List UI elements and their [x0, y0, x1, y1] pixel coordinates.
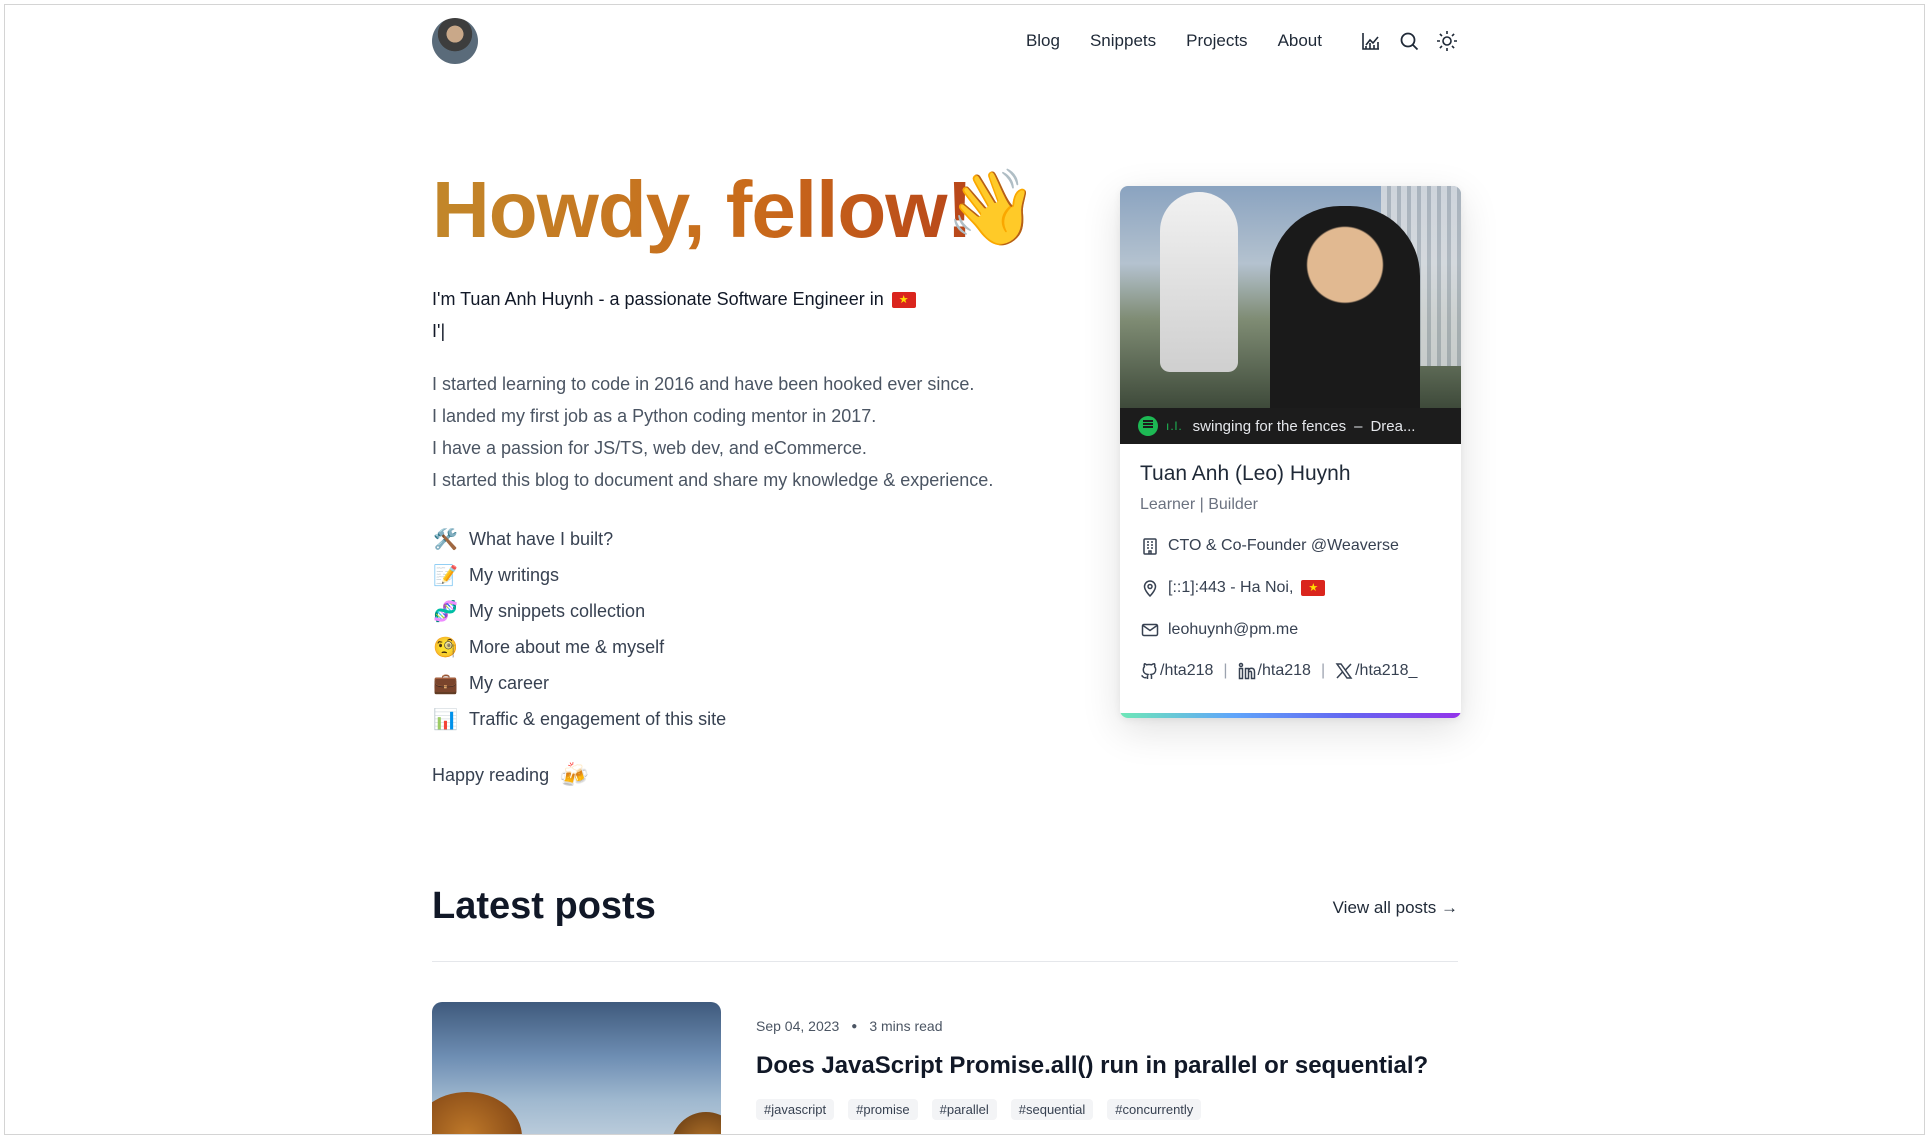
thumbnail-tree — [671, 1112, 721, 1134]
logo-avatar[interactable] — [432, 18, 478, 64]
github-icon[interactable] — [1140, 662, 1158, 680]
happy-reading: Happy reading 🍻 — [432, 761, 589, 790]
dna-icon: 🧬 — [433, 600, 458, 623]
nav-projects[interactable]: Projects — [1186, 31, 1247, 51]
thumbnail-tree — [432, 1092, 522, 1134]
social-separator: | — [1320, 662, 1326, 679]
nav-snippets[interactable]: Snippets — [1090, 31, 1156, 51]
social-links: /hta218 | /hta218 | /hta218_ — [1140, 662, 1441, 680]
track-separator: – — [1354, 417, 1363, 435]
card-name: Tuan Anh (Leo) Huynh — [1140, 462, 1351, 485]
link-label[interactable]: My career — [469, 673, 549, 694]
main-nav: Blog Snippets Projects About — [996, 30, 1458, 52]
card-location: [::1]:443 - Ha Noi, — [1140, 578, 1441, 598]
card-email[interactable]: leohuynh@pm.me — [1140, 620, 1441, 640]
view-all-posts-link[interactable]: View all posts → — [1333, 898, 1458, 918]
bio-line: I landed my first job as a Python coding… — [432, 406, 877, 426]
github-link[interactable]: /hta218 — [1160, 662, 1213, 680]
typing-line: I'| — [432, 321, 446, 341]
spotify-now-playing[interactable]: ı.l. swinging for the fences – Drea... — [1120, 408, 1461, 444]
link-label[interactable]: My writings — [469, 565, 559, 586]
tag[interactable]: #javascript — [756, 1099, 835, 1120]
meta-bullet: ● — [851, 1020, 858, 1032]
briefcase-icon: 💼 — [433, 672, 458, 695]
link-label[interactable]: More about me & myself — [469, 637, 664, 658]
search-icon[interactable] — [1398, 30, 1420, 52]
card-body: Tuan Anh (Leo) Huynh Learner | Builder C… — [1120, 444, 1461, 696]
link-about[interactable]: 🧐 More about me & myself — [432, 629, 726, 665]
tag[interactable]: #concurrently — [1107, 1099, 1202, 1120]
track-title: swinging for the fences — [1192, 417, 1347, 435]
quick-links: 🛠️ What have I built? 📝 My writings 🧬 My sn… — [432, 521, 726, 737]
tools-icon: 🛠️ — [433, 528, 458, 551]
post-title[interactable]: Does JavaScript Promise.all() run in par… — [756, 1052, 1428, 1080]
hero-title: Howdy, fellow! — [432, 160, 973, 260]
card-gradient-bar — [1120, 713, 1461, 718]
link-label[interactable]: My snippets collection — [469, 601, 645, 622]
tag[interactable]: #parallel — [931, 1099, 997, 1120]
map-pin-icon — [1140, 578, 1160, 598]
waving-hand-icon: 👋 — [946, 166, 1039, 249]
post-tags: #javascript #promise #parallel #sequenti… — [756, 1099, 1202, 1120]
x-twitter-icon[interactable] — [1335, 662, 1353, 680]
intro-line: I'm Tuan Anh Huynh - a passionate Softwa… — [432, 289, 916, 310]
memo-icon: 📝 — [433, 564, 458, 587]
link-career[interactable]: 💼 My career — [432, 665, 726, 701]
post-meta: Sep 04, 2023 ● 3 mins read — [756, 1018, 943, 1034]
job-text: CTO & Co-Founder @Weaverse — [1168, 537, 1399, 554]
email-link[interactable]: leohuynh@pm.me — [1168, 621, 1298, 639]
card-role: Learner | Builder — [1140, 496, 1258, 513]
vietnam-flag-icon — [1301, 580, 1326, 596]
post-thumbnail[interactable] — [432, 1002, 721, 1134]
linkedin-icon[interactable] — [1238, 662, 1256, 680]
card-job: CTO & Co-Founder @Weaverse — [1140, 536, 1441, 556]
spotify-icon — [1138, 416, 1158, 436]
photo-person — [1270, 206, 1420, 408]
beer-mugs-icon: 🍻 — [559, 762, 589, 789]
tag[interactable]: #sequential — [1010, 1099, 1094, 1120]
nav-blog[interactable]: Blog — [1026, 31, 1060, 51]
link-label[interactable]: Traffic & engagement of this site — [469, 709, 726, 730]
link-label[interactable]: What have I built? — [469, 529, 613, 550]
site-header: Blog Snippets Projects About — [432, 18, 1458, 64]
page-frame: Blog Snippets Projects About Howdy, fell… — [4, 4, 1925, 1135]
profile-card: ı.l. swinging for the fences – Drea... T… — [1120, 186, 1461, 718]
monocle-face-icon: 🧐 — [433, 636, 458, 659]
analytics-chart-icon[interactable] — [1360, 30, 1382, 52]
photo-statue — [1160, 192, 1238, 372]
link-projects[interactable]: 🛠️ What have I built? — [432, 521, 726, 557]
happy-reading-text: Happy reading — [432, 765, 550, 785]
bio: I started learning to code in 2016 and h… — [432, 368, 993, 496]
linkedin-link[interactable]: /hta218 — [1258, 662, 1311, 680]
vietnam-flag-icon — [891, 291, 916, 308]
mail-icon — [1140, 620, 1160, 640]
building-icon — [1140, 536, 1160, 556]
x-link[interactable]: /hta218_ — [1355, 662, 1417, 680]
intro-text: I'm Tuan Anh Huynh - a passionate Softwa… — [432, 289, 884, 309]
bio-line: I have a passion for JS/TS, web dev, and… — [432, 438, 867, 458]
track-artist: Drea... — [1370, 417, 1416, 435]
theme-sun-icon[interactable] — [1436, 30, 1458, 52]
location-text: [::1]:443 - Ha Noi, — [1168, 579, 1294, 596]
latest-posts-title: Latest posts — [432, 885, 656, 927]
bar-chart-icon: 📊 — [433, 708, 458, 731]
bio-line: I started learning to code in 2016 and h… — [432, 374, 975, 394]
post-read-time: 3 mins read — [869, 1018, 943, 1034]
divider — [432, 961, 1458, 962]
profile-photo — [1120, 186, 1461, 408]
social-separator: | — [1223, 662, 1228, 679]
link-writings[interactable]: 📝 My writings — [432, 557, 726, 593]
content-wrapper: Blog Snippets Projects About Howdy, fell… — [432, 5, 1461, 1134]
bio-line: I started this blog to document and shar… — [432, 470, 994, 490]
link-snippets[interactable]: 🧬 My snippets collection — [432, 593, 726, 629]
link-analytics[interactable]: 📊 Traffic & engagement of this site — [432, 701, 726, 737]
tag[interactable]: #promise — [848, 1099, 918, 1120]
nav-icons — [1360, 30, 1458, 52]
nav-about[interactable]: About — [1278, 31, 1322, 51]
equalizer-icon: ı.l. — [1166, 419, 1183, 433]
post-date: Sep 04, 2023 — [756, 1018, 840, 1034]
